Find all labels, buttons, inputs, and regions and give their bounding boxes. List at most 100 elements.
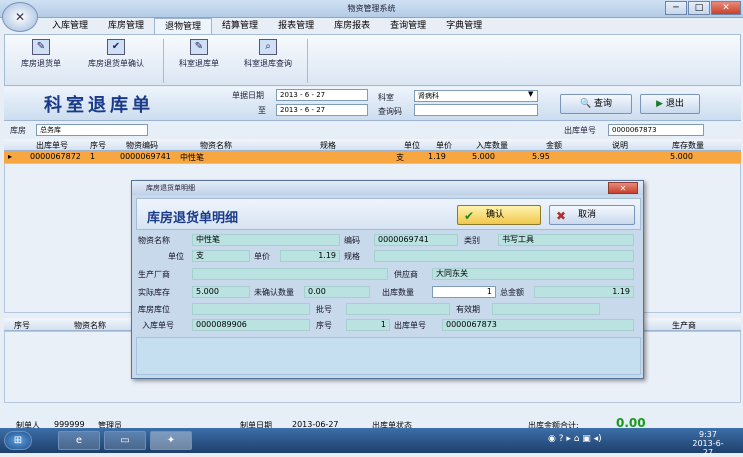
unconfirmed-field[interactable]: 0.00 (304, 286, 370, 298)
ribbon-label: 科室退库单 (179, 59, 219, 68)
maker-field[interactable] (192, 268, 388, 280)
tab-query[interactable]: 查询管理 (380, 18, 436, 34)
cell-qty: 5.000 (472, 152, 495, 161)
maximize-button[interactable]: □ (688, 1, 710, 15)
expiry-field[interactable] (492, 303, 600, 315)
seq-field[interactable]: 1 (346, 319, 390, 331)
in-no-field[interactable]: 0000089906 (192, 319, 310, 331)
app-icon: ✦ (166, 435, 176, 446)
col-header[interactable]: 金额 (546, 140, 562, 151)
col-header[interactable]: 入库数量 (476, 140, 508, 151)
unit-field[interactable]: 支 (192, 250, 250, 262)
edit-doc-icon: ✎ (190, 39, 208, 55)
dialog-out-no-field[interactable]: 0000067873 (442, 319, 634, 331)
category-field[interactable]: 书写工具 (498, 234, 634, 246)
out-no-input[interactable]: 0000067873 (608, 124, 704, 136)
dept-return-button[interactable]: ✎ 科室退库单 (169, 39, 229, 83)
warehouse-return-button[interactable]: ✎ 库房退货单 (11, 39, 71, 83)
in-no-label: 入库单号 (142, 321, 174, 330)
table-row[interactable]: ▸ 0000067872 1 0000069741 中性笔 支 1.19 5.0… (4, 151, 741, 163)
query-button[interactable]: 🔍 查询 (560, 94, 632, 114)
col-header[interactable]: 物资名称 (74, 320, 106, 331)
ie-taskbar-button[interactable]: e (58, 431, 100, 450)
date-from-input[interactable]: 2013 - 6 - 27 (276, 89, 368, 101)
price-label: 单价 (254, 252, 270, 261)
status-footer: 制单人 999999 管理员 制单日期 2013-06-27 出库单状态 出库金… (4, 404, 741, 430)
cancel-button[interactable]: ✖ 取消 (549, 205, 635, 225)
cell-amount: 5.95 (532, 152, 550, 161)
tab-settlement[interactable]: 结算管理 (212, 18, 268, 34)
expiry-label: 有效期 (456, 305, 480, 314)
warehouse-input[interactable]: 总务库 (36, 124, 148, 136)
col-header[interactable]: 序号 (90, 140, 106, 151)
exit-icon: ▶ (656, 99, 664, 109)
ribbon-label: 库房退货单 (21, 59, 61, 68)
col-header[interactable]: 序号 (14, 320, 30, 331)
chevron-down-icon[interactable]: ▼ (528, 90, 533, 98)
col-header[interactable]: 生产商 (672, 320, 696, 331)
cancel-icon: ✖ (556, 209, 567, 223)
windows-icon: ⊞ (13, 435, 23, 446)
col-header[interactable]: 单价 (436, 140, 452, 151)
code-field[interactable]: 0000069741 (374, 234, 458, 246)
location-field[interactable] (192, 303, 310, 315)
exit-button[interactable]: ▶ 退出 (640, 94, 700, 114)
col-header[interactable]: 单位 (404, 140, 420, 151)
supplier-field[interactable]: 大同东关 (432, 268, 634, 280)
spec-field[interactable] (374, 250, 634, 262)
tab-reports[interactable]: 报表管理 (268, 18, 324, 34)
col-header[interactable]: 库存数量 (672, 140, 704, 151)
query-code-input[interactable] (414, 104, 538, 116)
tab-returns[interactable]: 退物管理 (154, 18, 213, 34)
col-header[interactable]: 说明 (612, 140, 628, 151)
out-qty-label: 出库数量 (382, 288, 414, 297)
dialog-close-button[interactable]: ✕ (608, 182, 638, 194)
close-button[interactable]: ✕ (711, 1, 741, 15)
tab-warehouse-reports[interactable]: 库房报表 (324, 18, 380, 34)
start-button[interactable]: ⊞ (4, 431, 32, 450)
tab-dictionary[interactable]: 字典管理 (436, 18, 492, 34)
tray-icons[interactable]: ◉ ? ▸ ⌂ ▣ ◂) (548, 434, 602, 444)
dept-select[interactable]: 肾病科 (414, 90, 538, 102)
dept-label: 科室 (378, 93, 394, 102)
col-header[interactable]: 出库单号 (36, 140, 68, 151)
taskbar: ⊞ e ▭ ✦ ◉ ? ▸ ⌂ ▣ ◂) 9:37 2013-6-27 (0, 428, 743, 457)
app-taskbar-button[interactable]: ✦ (150, 431, 192, 450)
grid-header: 出库单号 序号 物资编码 物资名称 规格 单位 单价 入库数量 金额 说明 库存… (4, 139, 741, 151)
clock-date: 2013-6-27 (692, 439, 724, 457)
name-field[interactable]: 中性笔 (192, 234, 340, 246)
batch-field[interactable] (346, 303, 450, 315)
query-label: 查询 (594, 99, 613, 109)
clock-time: 9:37 (699, 430, 717, 439)
price-field[interactable]: 1.19 (280, 250, 340, 262)
col-header[interactable]: 物资名称 (200, 140, 232, 151)
warehouse-return-confirm-button[interactable]: ✔ 库房退货单确认 (77, 39, 155, 83)
col-header[interactable]: 物资编码 (126, 140, 158, 151)
code-label: 编码 (344, 236, 360, 245)
name-label: 物资名称 (138, 236, 170, 245)
confirm-button[interactable]: ✔ 确认 (457, 205, 541, 225)
to-label: 至 (258, 106, 266, 115)
stock-field[interactable]: 5.000 (192, 286, 250, 298)
folder-search-icon: ⌕ (259, 39, 277, 55)
batch-label: 批号 (316, 305, 332, 314)
query-code-label: 查询码 (378, 107, 402, 116)
explorer-taskbar-button[interactable]: ▭ (104, 431, 146, 450)
supplier-label: 供应商 (394, 270, 418, 279)
tab-inbound[interactable]: 入库管理 (42, 18, 98, 34)
dialog-bottom-panel (136, 337, 641, 375)
tab-warehouse[interactable]: 库房管理 (98, 18, 154, 34)
close-icon: ✕ (619, 184, 627, 193)
maker-label: 生产厂商 (138, 270, 170, 279)
total-amount-label: 总金额 (500, 288, 524, 297)
warehouse-label: 库房 (10, 126, 26, 135)
out-qty-field[interactable]: 1 (432, 286, 496, 298)
dept-return-query-button[interactable]: ⌕ 科室退库查询 (233, 39, 303, 83)
app-menu-orb[interactable]: ✕ (2, 2, 38, 32)
minimize-button[interactable]: ─ (665, 1, 687, 15)
date-label: 单据日期 (232, 91, 264, 100)
col-header[interactable]: 规格 (320, 140, 336, 151)
date-to-input[interactable]: 2013 - 6 - 27 (276, 104, 368, 116)
cell-name: 中性笔 (180, 153, 204, 162)
total-amount-field[interactable]: 1.19 (534, 286, 634, 298)
